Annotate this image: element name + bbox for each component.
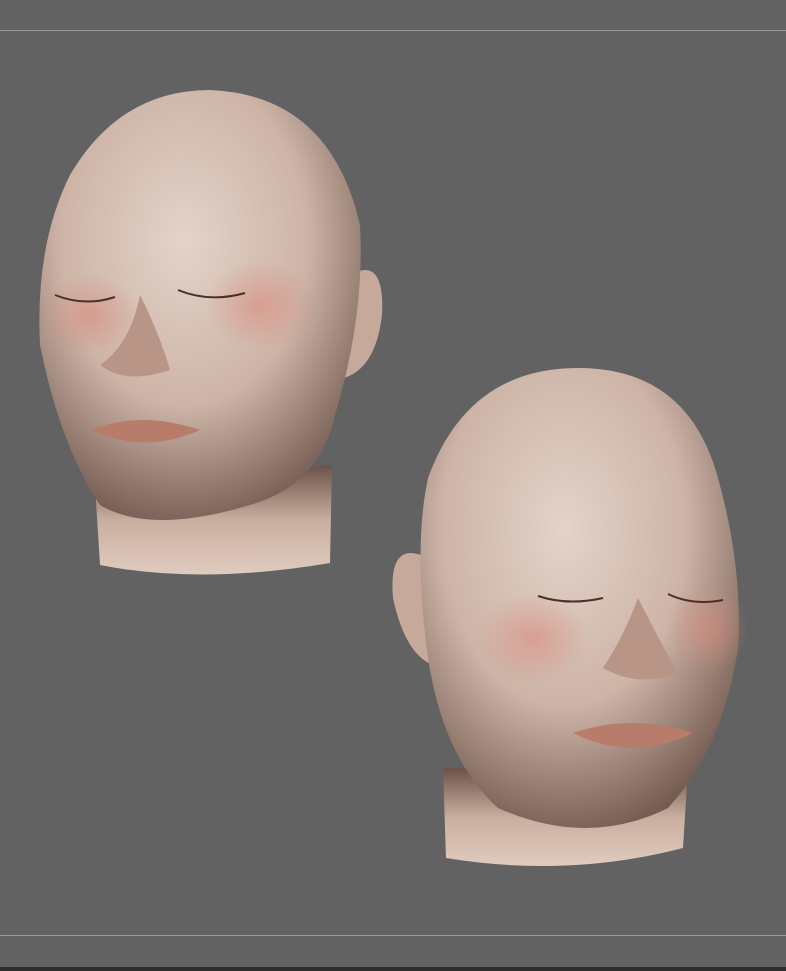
bottom-bar (0, 967, 786, 971)
cheek-right (668, 583, 748, 673)
head-sculpt-left[interactable] (30, 85, 390, 580)
cheek-left (478, 593, 588, 683)
viewport-bottom-divider (0, 935, 786, 936)
viewport-top-divider (0, 30, 786, 31)
head-sculpt-right[interactable] (388, 368, 748, 878)
cheek-right (205, 260, 315, 350)
